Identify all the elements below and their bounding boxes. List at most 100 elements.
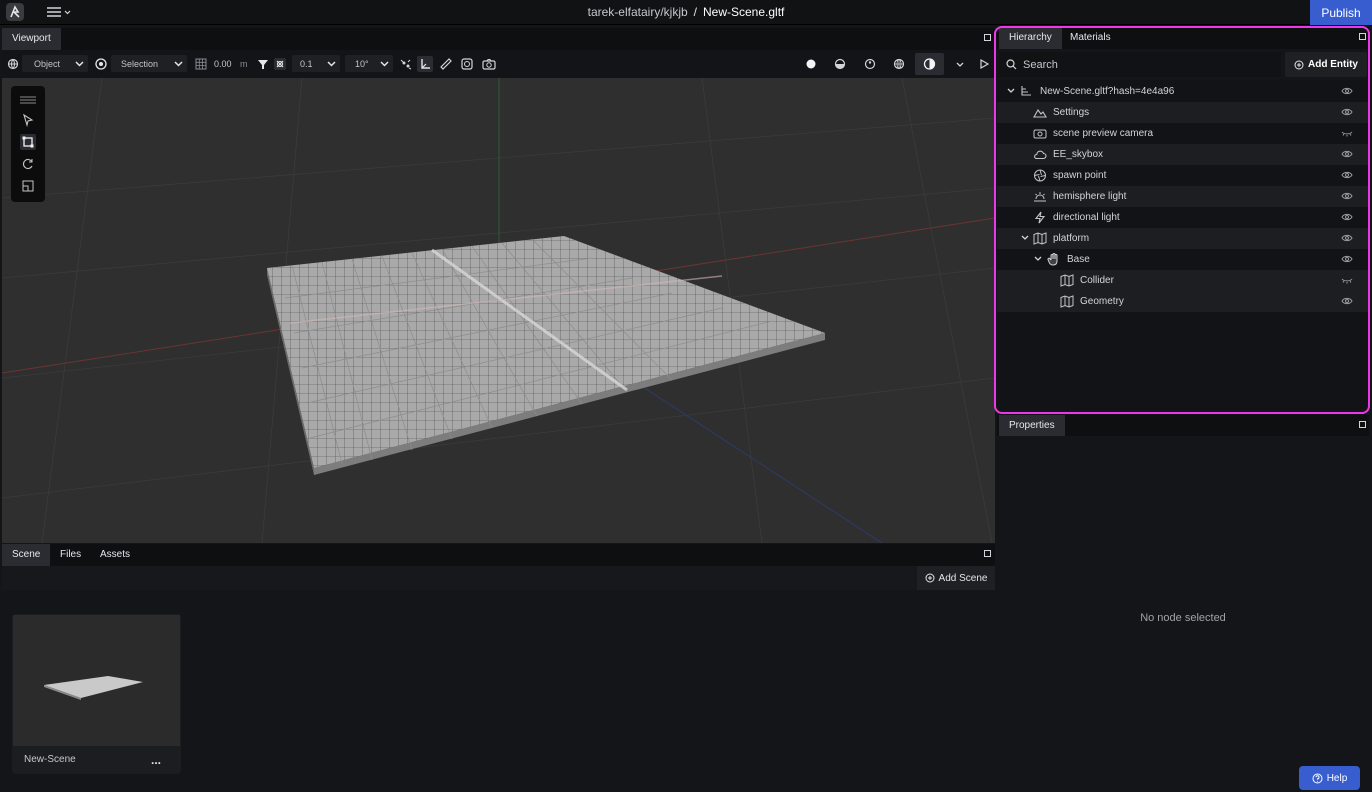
visibility-eye-icon[interactable] — [1341, 107, 1353, 117]
maximize-properties-icon[interactable] — [1359, 421, 1366, 428]
tab-properties[interactable]: Properties — [999, 415, 1065, 437]
play-icon[interactable] — [976, 56, 992, 72]
tree-item-label: Base — [1067, 254, 1090, 265]
tree-item-geometry[interactable]: Geometry — [997, 291, 1369, 312]
tab-scene[interactable]: Scene — [2, 544, 51, 566]
breadcrumb-separator: / — [693, 5, 697, 19]
add-scene-label: Add Scene — [938, 572, 988, 584]
visibility-eye-icon[interactable] — [1341, 233, 1353, 243]
pivot-mode-select[interactable]: Selection — [111, 55, 187, 72]
tab-materials[interactable]: Materials — [1060, 27, 1121, 49]
tree-item-label: spawn point — [1053, 170, 1107, 181]
viewport-tabbar: Viewport — [2, 28, 995, 50]
render-mode-active[interactable] — [915, 53, 944, 75]
search-input[interactable] — [1023, 56, 1263, 73]
mountain-icon — [1033, 106, 1047, 119]
chevron-down-icon[interactable] — [1021, 235, 1029, 241]
render-lit-icon[interactable] — [862, 56, 878, 72]
scene-name: New-Scene — [24, 754, 76, 765]
maximize-viewport-icon[interactable] — [984, 34, 991, 41]
maximize-scene-icon[interactable] — [984, 550, 991, 557]
render-wireframe-icon[interactable] — [891, 56, 907, 72]
grid-icon[interactable] — [193, 56, 209, 72]
bolt-icon — [1033, 211, 1047, 224]
publish-button[interactable]: Publish — [1310, 0, 1372, 25]
search-icon — [1006, 59, 1017, 70]
visibility-eye-off-icon[interactable] — [1341, 275, 1353, 285]
scene-toolbar: Add Scene — [2, 566, 995, 590]
chevron-down-icon[interactable] — [1007, 88, 1015, 94]
render-shaded-icon[interactable] — [832, 56, 848, 72]
visibility-eye-icon[interactable] — [1341, 212, 1353, 222]
breadcrumb-file: New-Scene.gltf — [703, 5, 785, 19]
tree-item-directional-light[interactable]: directional light — [997, 207, 1369, 228]
question-circle-icon — [1312, 773, 1323, 784]
transform-space-value: Object — [34, 58, 61, 69]
grid-height-value[interactable]: 0.00 — [214, 59, 232, 69]
visibility-eye-icon[interactable] — [1341, 191, 1353, 201]
translation-snap-select[interactable]: 0.1 — [292, 55, 340, 72]
hierarchy-tree: New-Scene.gltf?hash=4e4a96 Settings scen… — [997, 80, 1369, 410]
render-solid-icon[interactable] — [803, 56, 819, 72]
visibility-eye-icon[interactable] — [1341, 296, 1353, 306]
plus-circle-icon — [1294, 60, 1304, 70]
tab-files[interactable]: Files — [50, 544, 91, 566]
tree-item-hemisphere-light[interactable]: hemisphere light — [997, 186, 1369, 207]
tree-item-scene-root[interactable]: New-Scene.gltf?hash=4e4a96 — [997, 81, 1369, 102]
tab-assets[interactable]: Assets — [90, 544, 140, 566]
chevron-down-icon[interactable] — [1034, 256, 1042, 262]
camera-icon — [1033, 127, 1047, 140]
scene-card[interactable]: New-Scene ... — [12, 614, 181, 774]
visibility-eye-icon[interactable] — [1341, 254, 1353, 264]
pivot-target-icon[interactable] — [93, 56, 109, 72]
rotation-snap-select[interactable]: 10° — [345, 55, 393, 72]
visibility-eye-icon[interactable] — [1341, 86, 1353, 96]
tree-item-label: EE_skybox — [1053, 149, 1104, 160]
pivot-mode-value: Selection — [121, 58, 159, 69]
map-icon — [1033, 232, 1047, 245]
camera-screenshot-icon[interactable] — [481, 56, 497, 72]
breadcrumb-project[interactable]: tarek-elfatairy/kjkjb — [588, 5, 688, 19]
drag-handle-icon[interactable] — [20, 96, 36, 104]
rotate-tool-icon[interactable] — [20, 156, 36, 172]
visibility-eye-icon[interactable] — [1341, 170, 1353, 180]
viewport-canvas[interactable] — [2, 78, 995, 543]
snap-magnet-icon[interactable] — [255, 56, 271, 72]
visibility-eye-off-icon[interactable] — [1341, 128, 1353, 138]
grid-unit-label: m — [240, 59, 248, 69]
add-entity-label: Add Entity — [1308, 59, 1358, 70]
tree-item-scene-preview-camera[interactable]: scene preview camera — [997, 123, 1369, 144]
tree-item-collider[interactable]: Collider — [997, 270, 1369, 291]
add-entity-button[interactable]: Add Entity — [1285, 52, 1367, 77]
tab-viewport[interactable]: Viewport — [2, 28, 61, 50]
transform-gizmo-icon[interactable] — [417, 56, 433, 72]
hand-icon — [1047, 252, 1061, 266]
tree-item-spawn-point[interactable]: spawn point — [997, 165, 1369, 186]
tree-item-base[interactable]: Base — [997, 249, 1369, 270]
tab-hierarchy[interactable]: Hierarchy — [999, 27, 1062, 49]
help-button[interactable]: Help — [1299, 766, 1360, 790]
visibility-eye-icon[interactable] — [1341, 149, 1353, 159]
focus-frame-icon[interactable] — [459, 56, 475, 72]
add-scene-button[interactable]: Add Scene — [917, 566, 995, 590]
translate-tool-icon[interactable] — [20, 134, 36, 150]
top-bar: tarek-elfatairy/kjkjb / New-Scene.gltf Pub… — [0, 0, 1372, 25]
particles-icon[interactable] — [398, 56, 414, 72]
sunrise-icon — [1033, 190, 1047, 203]
plus-circle-icon — [925, 573, 935, 583]
transform-space-select[interactable]: Object — [22, 55, 88, 72]
chevron-down-icon[interactable] — [952, 56, 968, 72]
snap-mode-icon[interactable] — [272, 56, 288, 72]
ruler-icon[interactable] — [438, 56, 454, 72]
tree-item-platform[interactable]: platform — [997, 228, 1369, 249]
scene-panel-tabbar: Scene Files Assets — [2, 544, 995, 566]
more-options-icon[interactable]: ... — [151, 753, 161, 767]
scale-tool-icon[interactable] — [20, 178, 36, 194]
tree-item-ee-skybox[interactable]: EE_skybox — [997, 144, 1369, 165]
globe-icon[interactable] — [5, 56, 21, 72]
tree-item-settings[interactable]: Settings — [997, 102, 1369, 123]
maximize-hierarchy-icon[interactable] — [1359, 33, 1366, 40]
select-tool-icon[interactable] — [20, 112, 36, 128]
chevron-down-icon — [174, 60, 183, 67]
chevron-down-icon — [380, 60, 389, 67]
